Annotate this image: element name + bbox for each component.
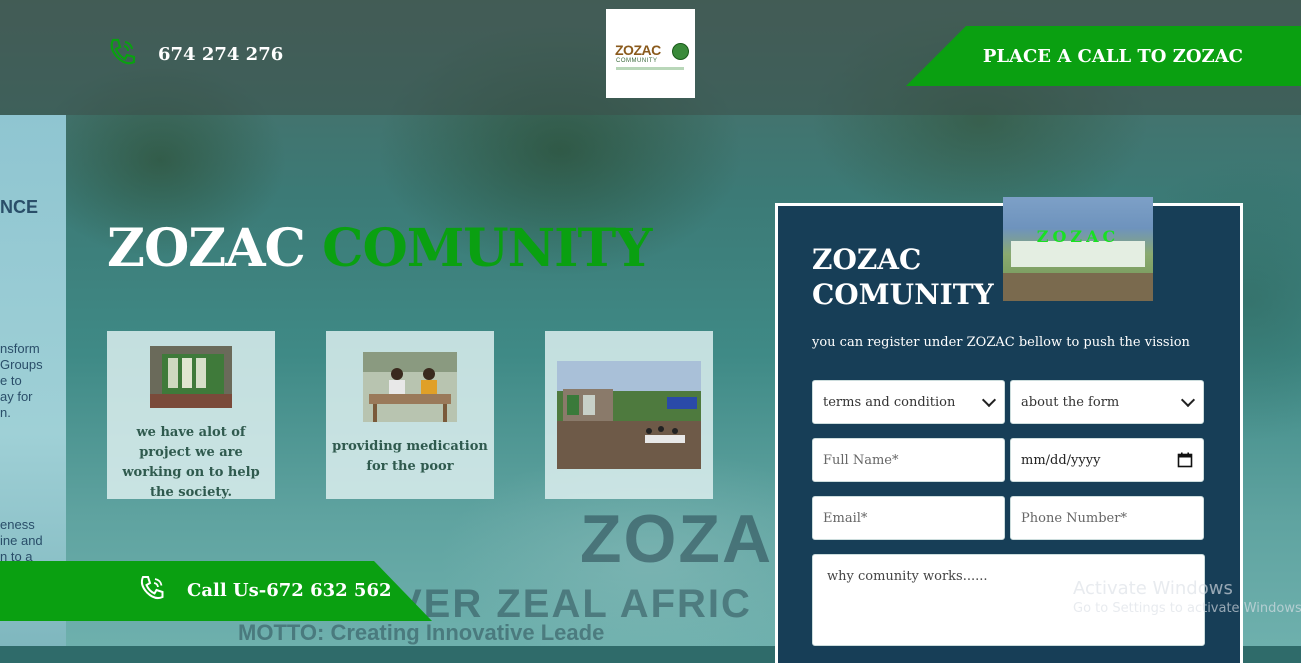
email-input[interactable]: Email* bbox=[812, 496, 1005, 540]
project-photo bbox=[557, 361, 701, 469]
header-phone-number[interactable]: 674 274 276 bbox=[158, 44, 283, 65]
terms-select[interactable]: terms and condition bbox=[812, 380, 1005, 424]
banner-text: e to bbox=[0, 373, 22, 388]
place-call-button[interactable]: PLACE A CALL TO ZOZAC bbox=[906, 26, 1301, 86]
background-banner-motto: MOTTO: Creating Innovative Leade bbox=[238, 620, 605, 645]
chevron-down-icon bbox=[1180, 392, 1196, 408]
project-photo bbox=[363, 352, 457, 422]
project-card[interactable]: providing medication for the poor bbox=[326, 331, 494, 499]
logo-motto-bar bbox=[616, 67, 684, 70]
logo-text: ZOZAC bbox=[615, 42, 661, 58]
form-photo: ZOZAC bbox=[1003, 197, 1153, 301]
form-title-line1: ZOZAC bbox=[812, 243, 922, 276]
project-card[interactable]: we have alot of project we are working o… bbox=[107, 331, 275, 500]
banner-text: Groups bbox=[0, 357, 43, 372]
globe-icon bbox=[672, 43, 689, 60]
calendar-icon[interactable] bbox=[1177, 452, 1193, 468]
banner-text: ine and bbox=[0, 533, 43, 548]
terms-select-value: terms and condition bbox=[823, 394, 956, 410]
date-input[interactable]: mm/dd/yyyy bbox=[1010, 438, 1204, 482]
about-select-value: about the form bbox=[1021, 394, 1120, 410]
full-name-placeholder: Full Name* bbox=[823, 452, 899, 468]
activate-windows-watermark: Activate Windows Go to Settings to activ… bbox=[1073, 578, 1301, 616]
banner-text: NCE bbox=[0, 197, 39, 217]
chevron-down-icon bbox=[981, 392, 997, 408]
phone-number-input[interactable]: Phone Number* bbox=[1010, 496, 1204, 540]
banner-text: eness bbox=[0, 517, 35, 532]
project-card-caption: we have alot of project we are working o… bbox=[122, 425, 260, 500]
watermark-line2: Go to Settings to activate Windows. bbox=[1073, 601, 1301, 616]
site-logo[interactable]: ZOZAC COMMUNITY bbox=[606, 9, 695, 98]
date-placeholder: mm/dd/yyyy bbox=[1021, 452, 1101, 468]
logo-subtext: COMMUNITY bbox=[616, 58, 658, 64]
form-title: ZOZAC COMUNITY bbox=[812, 242, 994, 312]
hero-title: ZOZAC COMUNITY bbox=[107, 218, 652, 279]
call-us-label[interactable]: Call Us-672 632 562 bbox=[187, 580, 392, 601]
hero-title-part2: COMUNITY bbox=[322, 218, 652, 279]
email-placeholder: Email* bbox=[823, 510, 868, 526]
banner-text: n. bbox=[0, 405, 11, 420]
phone-ringing-icon bbox=[110, 38, 136, 65]
banner-text: ay for bbox=[0, 389, 33, 404]
hero-title-part1: ZOZAC bbox=[107, 218, 306, 279]
project-card-caption: providing medication for the poor bbox=[332, 439, 488, 474]
about-form-select[interactable]: about the form bbox=[1010, 380, 1204, 424]
banner-text: nsform bbox=[0, 341, 40, 356]
full-name-input[interactable]: Full Name* bbox=[812, 438, 1005, 482]
phone-placeholder: Phone Number* bbox=[1021, 510, 1127, 526]
photo-ground bbox=[1003, 273, 1153, 301]
form-subtitle: you can register under ZOZAC bellow to p… bbox=[812, 335, 1190, 350]
watermark-line1: Activate Windows bbox=[1073, 578, 1233, 599]
message-placeholder: why comunity works...... bbox=[827, 569, 988, 584]
form-photo-label: ZOZAC bbox=[1036, 227, 1120, 246]
form-title-line2: COMUNITY bbox=[812, 278, 994, 311]
project-card[interactable] bbox=[545, 331, 713, 499]
phone-icon bbox=[140, 576, 164, 600]
project-photo bbox=[150, 346, 232, 408]
